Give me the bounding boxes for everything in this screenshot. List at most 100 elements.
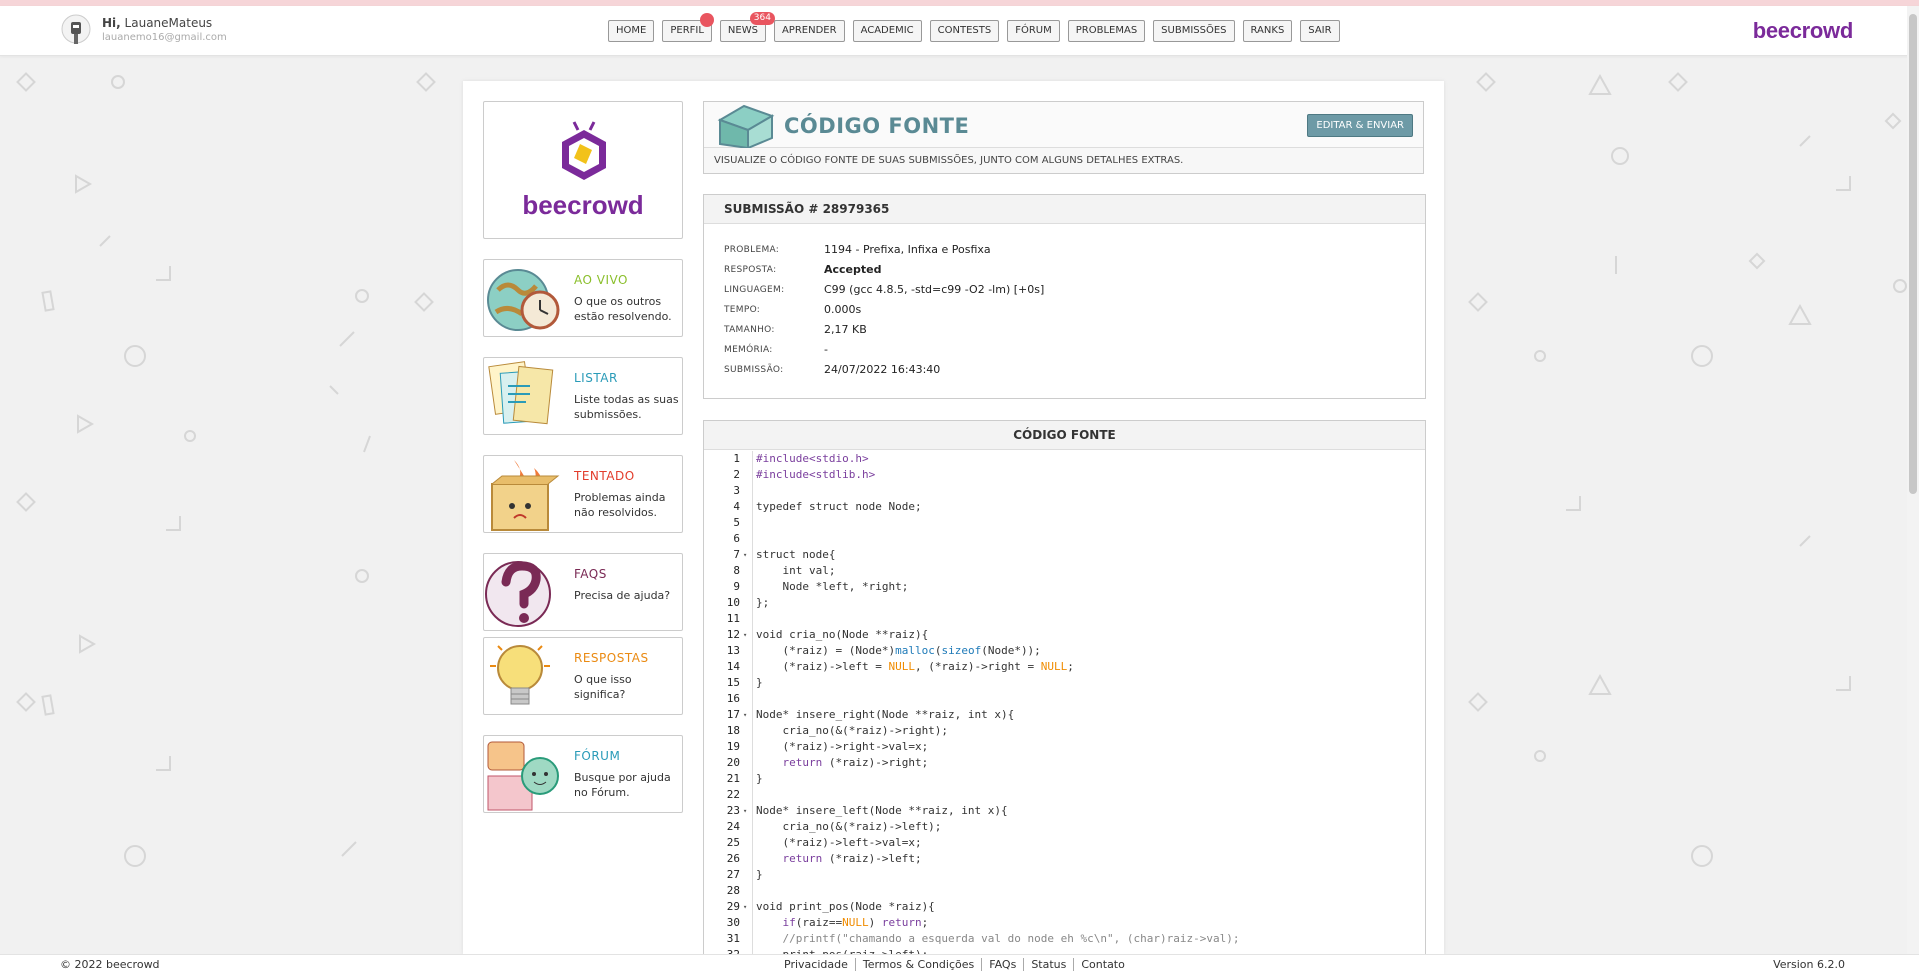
code-line: 8 int val; — [704, 563, 1425, 579]
code-line: 19 (*raiz)->right->val=x; — [704, 739, 1425, 755]
detail-value: 2,17 KB — [824, 323, 867, 336]
detail-label: LINGUAGEM: — [724, 285, 785, 295]
nav-contests[interactable]: CONTESTS — [929, 20, 1000, 42]
code-line: 17 ▾ Node* insere_right(Node **raiz, int x… — [704, 707, 1425, 723]
line-number: 14 — [726, 660, 740, 673]
fold-toggle-icon[interactable]: ▾ — [743, 627, 747, 643]
line-number: 4 — [733, 500, 740, 513]
code-line: 6 — [704, 531, 1425, 547]
page-scrollbar[interactable] — [1907, 6, 1919, 954]
globe-clock-icon — [487, 269, 560, 331]
line-number: 17 — [726, 708, 740, 721]
footer-link-status[interactable]: Status — [1023, 958, 1073, 971]
nav-aprender[interactable]: APRENDER — [773, 20, 845, 42]
fold-toggle-icon[interactable]: ▾ — [743, 547, 747, 563]
fold-toggle-icon[interactable]: ▾ — [743, 899, 747, 915]
nav-label: SAIR — [1308, 25, 1332, 36]
code-line: 12 ▾ void cria_no(Node **raiz){ — [704, 627, 1425, 643]
code-text: (*raiz)->right->val=x; — [756, 740, 929, 753]
line-number: 6 — [733, 532, 740, 545]
detail-label: SUBMISSÃO: — [724, 365, 784, 375]
nav-sair[interactable]: SAIR — [1300, 20, 1340, 42]
nav-ranks[interactable]: RANKS — [1242, 20, 1293, 42]
chat-bubbles-icon — [487, 741, 559, 811]
submission-details-panel: SUBMISSÃO # 28979365 PROBLEMA: 1194 - Pre… — [703, 194, 1426, 399]
fold-toggle-icon[interactable]: ▾ — [743, 803, 747, 819]
main-content: beecrowd AO VIVO O que os outros estão r… — [463, 81, 1444, 960]
papers-icon — [488, 361, 554, 425]
nav-label: NEWS — [727, 25, 758, 36]
main-nav: HOME PERFIL NEWS 364 APRENDER ACADEMIC CO… — [608, 12, 1340, 42]
notification-dot — [699, 13, 714, 27]
line-number: 28 — [726, 884, 740, 897]
sidebar-logo[interactable]: beecrowd — [483, 101, 683, 239]
code-text: }; — [756, 596, 770, 609]
sidebar-card-respostas[interactable]: RESPOSTAS O que isso significa? — [483, 637, 683, 715]
card-description: O que os outros estão resolvendo. — [574, 295, 672, 323]
code-line: 20 return (*raiz)->right; — [704, 755, 1425, 771]
nav-submissoes[interactable]: SUBMISSÕES — [1153, 20, 1235, 42]
code-text: if(raiz==NULL) return; — [782, 916, 929, 929]
code-text: cria_no(&(*raiz)->left); — [756, 820, 942, 833]
code-text: #include<stdio.h> — [756, 452, 869, 465]
code-text: return (*raiz)->right; — [782, 756, 929, 769]
line-number: 13 — [726, 644, 740, 657]
sidebar-card-listar[interactable]: LISTAR Liste todas as suas submissões. — [483, 357, 683, 435]
brand-logo[interactable]: beecrowd — [1753, 18, 1854, 44]
code-line: 31 //printf("chamando a esquerda val do … — [704, 931, 1425, 947]
source-code-heading: CÓDIGO FONTE — [704, 421, 1425, 450]
nav-problemas[interactable]: PROBLEMAS — [1067, 20, 1146, 42]
lightbulb-icon — [490, 645, 550, 705]
footer-link-contato[interactable]: Contato — [1073, 958, 1131, 971]
page-header-title-row: CÓDIGO FONTE EDITAR & ENVIAR — [704, 102, 1423, 148]
nav-academic[interactable]: ACADEMIC — [852, 20, 922, 42]
detail-label: TAMANHO: — [724, 325, 775, 335]
nav-label: PERFIL — [670, 25, 704, 36]
scrollbar-thumb[interactable] — [1909, 14, 1917, 494]
card-description: Liste todas as suas submissões. — [574, 393, 679, 421]
footer-link-termos[interactable]: Termos & Condições — [854, 958, 981, 971]
code-text: struct node{ — [756, 548, 836, 561]
line-number: 26 — [726, 852, 740, 865]
line-number: 18 — [726, 724, 740, 737]
line-number: 31 — [726, 932, 740, 945]
problem-link[interactable]: 1194 - Prefixa, Infixa e Posfixa — [824, 243, 991, 256]
nav-home[interactable]: HOME — [608, 20, 655, 42]
code-editor[interactable]: 1 #include<stdio.h> 2 #include<stdlib.h> 3 4 t… — [704, 451, 1425, 959]
code-line: 23 ▾ Node* insere_left(Node **raiz, int x)… — [704, 803, 1425, 819]
detail-label: TEMPO: — [724, 305, 761, 315]
footer-link-faqs[interactable]: FAQs — [981, 958, 1023, 971]
line-number: 15 — [726, 676, 740, 689]
fold-toggle-icon[interactable]: ▾ — [743, 707, 747, 723]
nav-news[interactable]: NEWS 364 — [719, 12, 775, 42]
open-box-icon — [717, 104, 775, 148]
detail-label: MEMÓRIA: — [724, 345, 773, 355]
sidebar-card-ao-vivo[interactable]: AO VIVO O que os outros estão resolvendo… — [483, 259, 683, 337]
line-number: 5 — [733, 516, 740, 529]
burning-box-icon — [491, 460, 560, 531]
page-title: CÓDIGO FONTE — [784, 114, 970, 138]
source-code-panel: CÓDIGO FONTE 1 #include<stdio.h> 2 #include… — [703, 420, 1426, 960]
detail-value: - — [824, 343, 828, 356]
user-avatar[interactable] — [60, 14, 92, 48]
nav-forum[interactable]: FÓRUM — [1007, 20, 1060, 42]
question-mark-icon — [485, 561, 551, 627]
submission-heading: SUBMISSÃO # 28979365 — [704, 195, 1425, 224]
sidebar-card-faqs[interactable]: FAQS Precisa de ajuda? — [483, 553, 683, 631]
footer: © 2022 beecrowd Privacidade Termos & Con… — [0, 954, 1919, 972]
sidebar-card-tentado[interactable]: TENTADO Problemas ainda não resolvidos. — [483, 455, 683, 533]
card-description: Problemas ainda não resolvidos. — [574, 491, 666, 519]
code-line: 30 if(raiz==NULL) return; — [704, 915, 1425, 931]
line-number: 24 — [726, 820, 740, 833]
sidebar-card-forum[interactable]: FÓRUM Busque por ajuda no Fórum. — [483, 735, 683, 813]
footer-link-privacidade[interactable]: Privacidade — [784, 958, 855, 971]
code-text: } — [756, 772, 763, 785]
code-text: (*raiz)->left->val=x; — [756, 836, 922, 849]
line-number: 7 — [733, 548, 740, 561]
code-line: 21} — [704, 771, 1425, 787]
nav-label: ACADEMIC — [860, 25, 914, 36]
nav-perfil[interactable]: PERFIL — [662, 13, 714, 42]
code-line: 18 cria_no(&(*raiz)->right); — [704, 723, 1425, 739]
nav-label: SUBMISSÕES — [1161, 25, 1227, 36]
edit-and-submit-button[interactable]: EDITAR & ENVIAR — [1307, 114, 1413, 137]
